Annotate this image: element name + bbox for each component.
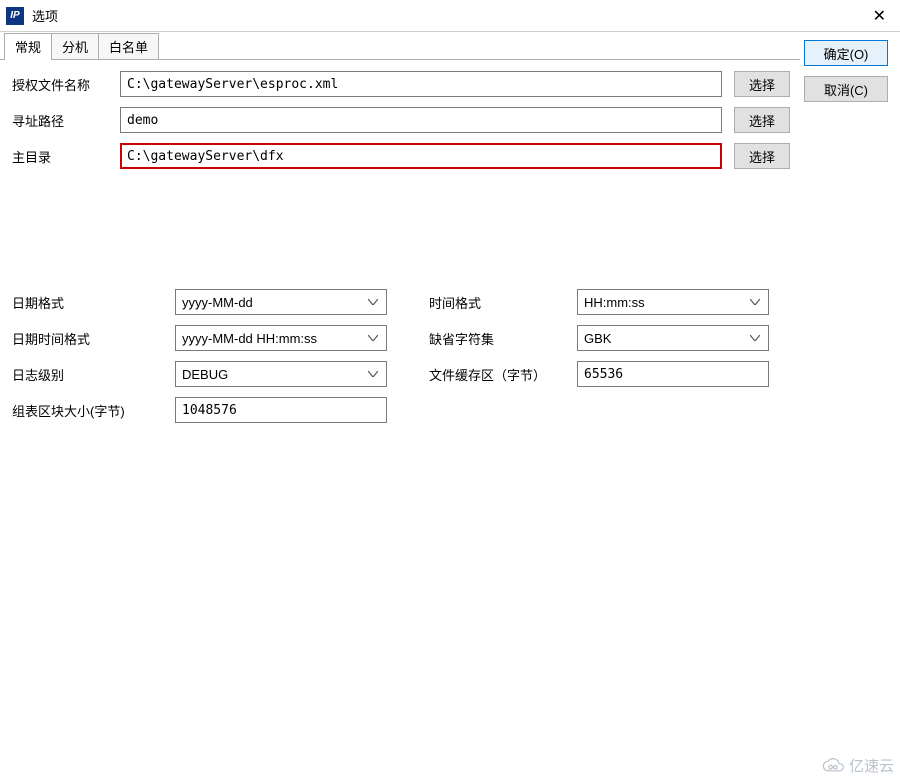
window-title: 选项 [32,6,58,25]
charset-value: GBK [584,332,611,345]
maindir-input[interactable] [120,143,722,169]
maindir-browse-button[interactable]: 选择 [734,143,790,169]
chevron-down-icon [746,326,764,350]
time-format-select[interactable]: HH:mm:ss [577,289,769,315]
searchpath-input[interactable] [120,107,722,133]
searchpath-browse-button[interactable]: 选择 [734,107,790,133]
chevron-down-icon [364,290,382,314]
chevron-down-icon [364,362,382,386]
license-browse-button[interactable]: 选择 [734,71,790,97]
license-label: 授权文件名称 [10,75,120,94]
log-level-label: 日志级别 [10,365,175,384]
time-format-label: 时间格式 [427,293,577,312]
date-format-label: 日期格式 [10,293,175,312]
panel-general: 授权文件名称 选择 寻址路径 选择 主目录 选择 日期格式 [0,60,800,780]
charset-select[interactable]: GBK [577,325,769,351]
license-input[interactable] [120,71,722,97]
tab-extension[interactable]: 分机 [52,33,99,59]
log-level-value: DEBUG [182,368,228,381]
date-format-select[interactable]: yyyy-MM-dd [175,289,387,315]
tab-bar: 常规 分机 白名单 [0,32,800,60]
titlebar: IP 选项 ✕ [0,0,900,32]
ok-button[interactable]: 确定(O) [804,40,888,66]
date-format-value: yyyy-MM-dd [182,296,253,309]
action-column: 确定(O) 取消(C) [800,32,900,780]
file-buffer-label: 文件缓存区（字节） [427,365,577,384]
chevron-down-icon [746,290,764,314]
tab-whitelist[interactable]: 白名单 [99,33,159,59]
log-level-select[interactable]: DEBUG [175,361,387,387]
time-format-value: HH:mm:ss [584,296,645,309]
tab-general[interactable]: 常规 [4,33,52,59]
datetime-format-label: 日期时间格式 [10,329,175,348]
close-icon[interactable]: ✕ [867,6,892,26]
searchpath-label: 寻址路径 [10,111,120,130]
cancel-button[interactable]: 取消(C) [804,76,888,102]
chevron-down-icon [364,326,382,350]
datetime-format-select[interactable]: yyyy-MM-dd HH:mm:ss [175,325,387,351]
block-size-label: 组表区块大小(字节) [10,401,175,420]
app-icon: IP [6,7,24,25]
charset-label: 缺省字符集 [427,329,577,348]
maindir-label: 主目录 [10,147,120,166]
file-buffer-input[interactable] [577,361,769,387]
datetime-format-value: yyyy-MM-dd HH:mm:ss [182,332,317,345]
block-size-input[interactable] [175,397,387,423]
